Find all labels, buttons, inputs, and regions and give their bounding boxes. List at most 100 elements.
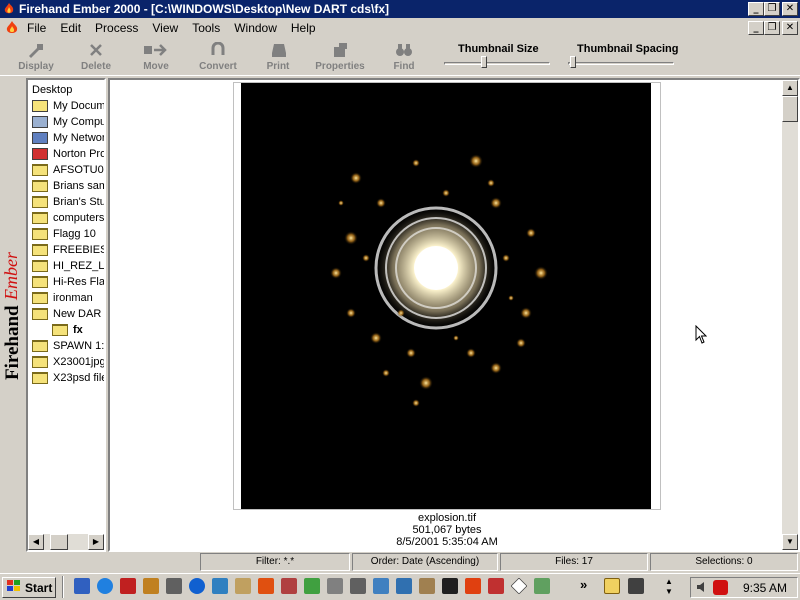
- tree-item[interactable]: Brian's Stu: [32, 194, 104, 210]
- quicklaunch-app-icon[interactable]: [120, 578, 136, 594]
- thumbnail-spacing-slider[interactable]: [570, 56, 576, 68]
- tree-item[interactable]: My Docum: [32, 98, 104, 114]
- menu-window[interactable]: Window: [227, 21, 284, 35]
- delete-button[interactable]: Delete: [66, 42, 126, 72]
- convert-icon: [188, 42, 248, 58]
- folder-tree[interactable]: Desktop My Docum My Compu My Networ Norton P…: [26, 78, 106, 552]
- thumbnail-cell[interactable]: [233, 82, 661, 510]
- tree-item[interactable]: Norton Pro: [32, 146, 104, 162]
- thumbnail-filesize: 501,067 bytes: [412, 524, 482, 536]
- mdi-restore-button[interactable]: ❐: [764, 21, 780, 35]
- tree-item[interactable]: My Networ: [32, 130, 104, 146]
- properties-label: Properties: [315, 61, 365, 72]
- quicklaunch-tools-icon[interactable]: [419, 578, 435, 594]
- quicklaunch-photo-icon[interactable]: [442, 578, 458, 594]
- quicklaunch-firehand-icon[interactable]: [258, 578, 274, 594]
- quicklaunch-ie-icon[interactable]: [189, 578, 205, 594]
- quicklaunch-explorer-icon[interactable]: [396, 578, 412, 594]
- restore-button[interactable]: ❐: [764, 2, 780, 16]
- taskbar-folder-icon[interactable]: [604, 578, 620, 594]
- tree-horizontal-scrollbar[interactable]: ◀ ▶: [28, 534, 104, 550]
- tree-item[interactable]: Flagg 10: [32, 226, 96, 242]
- menu-help[interactable]: Help: [284, 21, 323, 35]
- menu-process[interactable]: Process: [88, 21, 145, 35]
- tree-item[interactable]: Desktop: [32, 82, 72, 98]
- quicklaunch-tool-icon[interactable]: [143, 578, 159, 594]
- taskbar-updown-icon[interactable]: ▲ ▼: [660, 577, 678, 597]
- tree-item[interactable]: FREEBIES: [32, 242, 106, 258]
- taskbar-window-icon[interactable]: [628, 578, 644, 594]
- tree-item-label: fx: [73, 324, 83, 336]
- scroll-down-button[interactable]: ▼: [782, 534, 798, 550]
- binoculars-icon: [374, 42, 434, 58]
- menu-edit[interactable]: Edit: [53, 21, 88, 35]
- tree-item[interactable]: ironman: [32, 290, 93, 306]
- tree-item-label: FREEBIES: [53, 244, 106, 256]
- quicklaunch-monitor-icon[interactable]: [350, 578, 366, 594]
- quicklaunch-red-icon[interactable]: [488, 578, 504, 594]
- thumbnail-size-track[interactable]: [444, 62, 550, 65]
- close-button[interactable]: ✕: [782, 2, 798, 16]
- volume-icon[interactable]: [695, 580, 709, 597]
- system-tray: 9:35 AM: [690, 577, 798, 598]
- thumbnail-spacing-track[interactable]: [568, 62, 674, 65]
- scroll-right-button[interactable]: ▶: [88, 534, 104, 550]
- status-bar: Filter: *.* Order: Date (Ascending) File…: [0, 552, 800, 572]
- mdi-close-button[interactable]: ✕: [782, 21, 798, 35]
- quicklaunch-media-icon[interactable]: [74, 578, 90, 594]
- move-button[interactable]: Move: [126, 42, 186, 72]
- tree-item-label: ironman: [53, 292, 93, 304]
- tree-item[interactable]: Hi-Res Fla: [32, 274, 104, 290]
- mdi-minimize-button[interactable]: _: [748, 21, 764, 35]
- explosion-thumbnail-image[interactable]: [241, 83, 651, 509]
- print-button[interactable]: Print: [248, 42, 308, 72]
- quicklaunch-overflow-button[interactable]: »: [580, 577, 587, 592]
- folder-icon: [32, 244, 48, 256]
- display-button[interactable]: Display: [6, 42, 66, 72]
- tree-item[interactable]: Brians sam: [32, 178, 104, 194]
- quicklaunch-outlook-icon[interactable]: [97, 578, 113, 594]
- quicklaunch-ember-icon[interactable]: [465, 578, 481, 594]
- delete-label: Delete: [80, 61, 111, 72]
- tray-app-icon[interactable]: [713, 580, 728, 595]
- quicklaunch-folder-icon[interactable]: [235, 578, 251, 594]
- minimize-button[interactable]: _: [748, 2, 764, 16]
- quicklaunch-palette-icon[interactable]: [304, 578, 320, 594]
- tree-item[interactable]: fx: [52, 322, 83, 338]
- menu-file[interactable]: File: [20, 21, 53, 35]
- menu-view[interactable]: View: [145, 21, 185, 35]
- tree-item[interactable]: HI_REZ_L: [32, 258, 104, 274]
- quicklaunch-network-icon[interactable]: [212, 578, 228, 594]
- tree-item[interactable]: SPAWN 1:: [32, 338, 104, 354]
- menu-tools[interactable]: Tools: [185, 21, 227, 35]
- quicklaunch-image-icon[interactable]: [281, 578, 297, 594]
- quicklaunch-cube-icon[interactable]: [327, 578, 343, 594]
- tree-item[interactable]: My Compu: [32, 114, 104, 130]
- quicklaunch-green-icon[interactable]: [534, 578, 550, 594]
- tree-item[interactable]: X23psd file: [32, 370, 104, 386]
- title-bar[interactable]: Firehand Ember 2000 - [C:\WINDOWS\Deskto…: [0, 0, 800, 18]
- scroll-left-button[interactable]: ◀: [28, 534, 44, 550]
- thumbnail-spacing-label: Thumbnail Spacing: [577, 43, 679, 55]
- move-label: Move: [143, 61, 169, 72]
- start-button[interactable]: Start: [2, 577, 56, 598]
- tree-item[interactable]: New DAR: [32, 306, 101, 322]
- quicklaunch-diamond-icon[interactable]: [510, 577, 528, 595]
- viewer-vertical-scrollbar[interactable]: ▲ ▼: [782, 80, 798, 550]
- tree-item[interactable]: computers: [32, 210, 104, 226]
- tree-item[interactable]: X23001jpg: [32, 354, 104, 370]
- convert-button[interactable]: Convert: [188, 42, 248, 72]
- viewer-scroll-thumb[interactable]: [782, 96, 798, 122]
- tree-scroll-thumb[interactable]: [50, 534, 68, 550]
- menu-app-icon[interactable]: [0, 20, 20, 36]
- firehand-ember-logo: Firehand Ember: [0, 232, 26, 382]
- taskbar: Start » ▲ ▼ 9:35 AM: [0, 573, 800, 600]
- quicklaunch-doc-icon[interactable]: [166, 578, 182, 594]
- tree-item[interactable]: AFSOTU0: [32, 162, 104, 178]
- properties-button[interactable]: Properties: [310, 42, 370, 72]
- thumbnail-size-slider[interactable]: [481, 56, 487, 68]
- find-button[interactable]: Find: [374, 42, 434, 72]
- quicklaunch-disk-icon[interactable]: [373, 578, 389, 594]
- network-icon: [32, 132, 48, 144]
- scroll-up-button[interactable]: ▲: [782, 80, 798, 96]
